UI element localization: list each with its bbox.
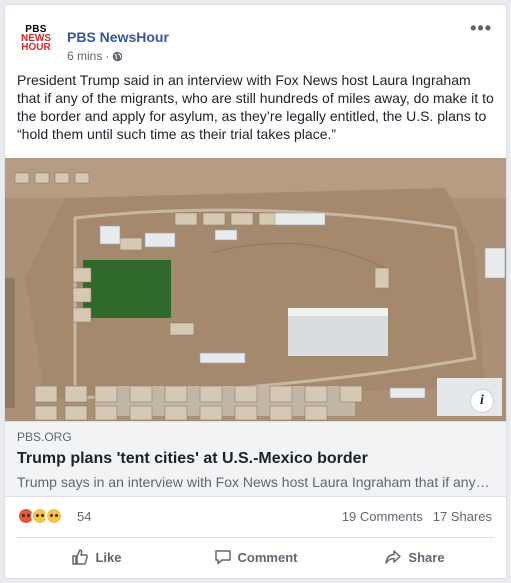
- engagement-stats: 19 Comments 17 Shares: [342, 509, 492, 524]
- thumbs-up-icon: [72, 549, 89, 565]
- meta-separator: ·: [105, 49, 110, 63]
- action-divider: [17, 537, 494, 538]
- page-name-link[interactable]: PBS NewsHour: [67, 29, 169, 45]
- link-preview-image[interactable]: i: [5, 158, 506, 421]
- reaction-count[interactable]: 54: [77, 509, 91, 524]
- aerial-photo: [5, 158, 506, 421]
- share-button[interactable]: Share: [335, 541, 494, 573]
- comments-count[interactable]: 19 Comments: [342, 509, 423, 524]
- reaction-icons[interactable]: [17, 507, 63, 525]
- info-button[interactable]: i: [470, 389, 494, 413]
- post-header: PBS NEWS HOUR PBS NewsHour 6 mins · •••: [17, 19, 494, 63]
- sad-reaction-icon: [45, 507, 63, 525]
- share-label: Share: [408, 549, 445, 565]
- page-avatar[interactable]: PBS NEWS HOUR: [17, 25, 55, 63]
- comment-icon: [214, 550, 231, 565]
- post-body-text: President Trump said in an interview wit…: [17, 72, 494, 142]
- link-title[interactable]: Trump plans 'tent cities' at U.S.-Mexico…: [17, 450, 494, 468]
- like-label: Like: [95, 549, 122, 565]
- comment-label: Comment: [237, 549, 298, 565]
- post-timestamp[interactable]: 6 mins: [67, 49, 102, 63]
- globe-icon[interactable]: [112, 51, 123, 62]
- comment-button[interactable]: Comment: [176, 541, 335, 573]
- like-button[interactable]: Like: [17, 541, 176, 573]
- more-options-icon[interactable]: •••: [470, 19, 492, 37]
- link-preview[interactable]: PBS.ORG Trump plans 'tent cities' at U.S…: [5, 421, 506, 497]
- link-domain: PBS.ORG: [17, 430, 72, 444]
- post-card: PBS NEWS HOUR PBS NewsHour 6 mins · ••• …: [4, 4, 507, 579]
- shares-count[interactable]: 17 Shares: [433, 509, 492, 524]
- post-meta: 6 mins ·: [67, 49, 123, 63]
- link-description: Trump says in an interview with Fox News…: [17, 474, 490, 490]
- post-actions: Like Comment Share: [17, 541, 494, 573]
- reactions-bar: 54 19 Comments 17 Shares: [17, 505, 494, 525]
- share-arrow-icon: [385, 550, 402, 564]
